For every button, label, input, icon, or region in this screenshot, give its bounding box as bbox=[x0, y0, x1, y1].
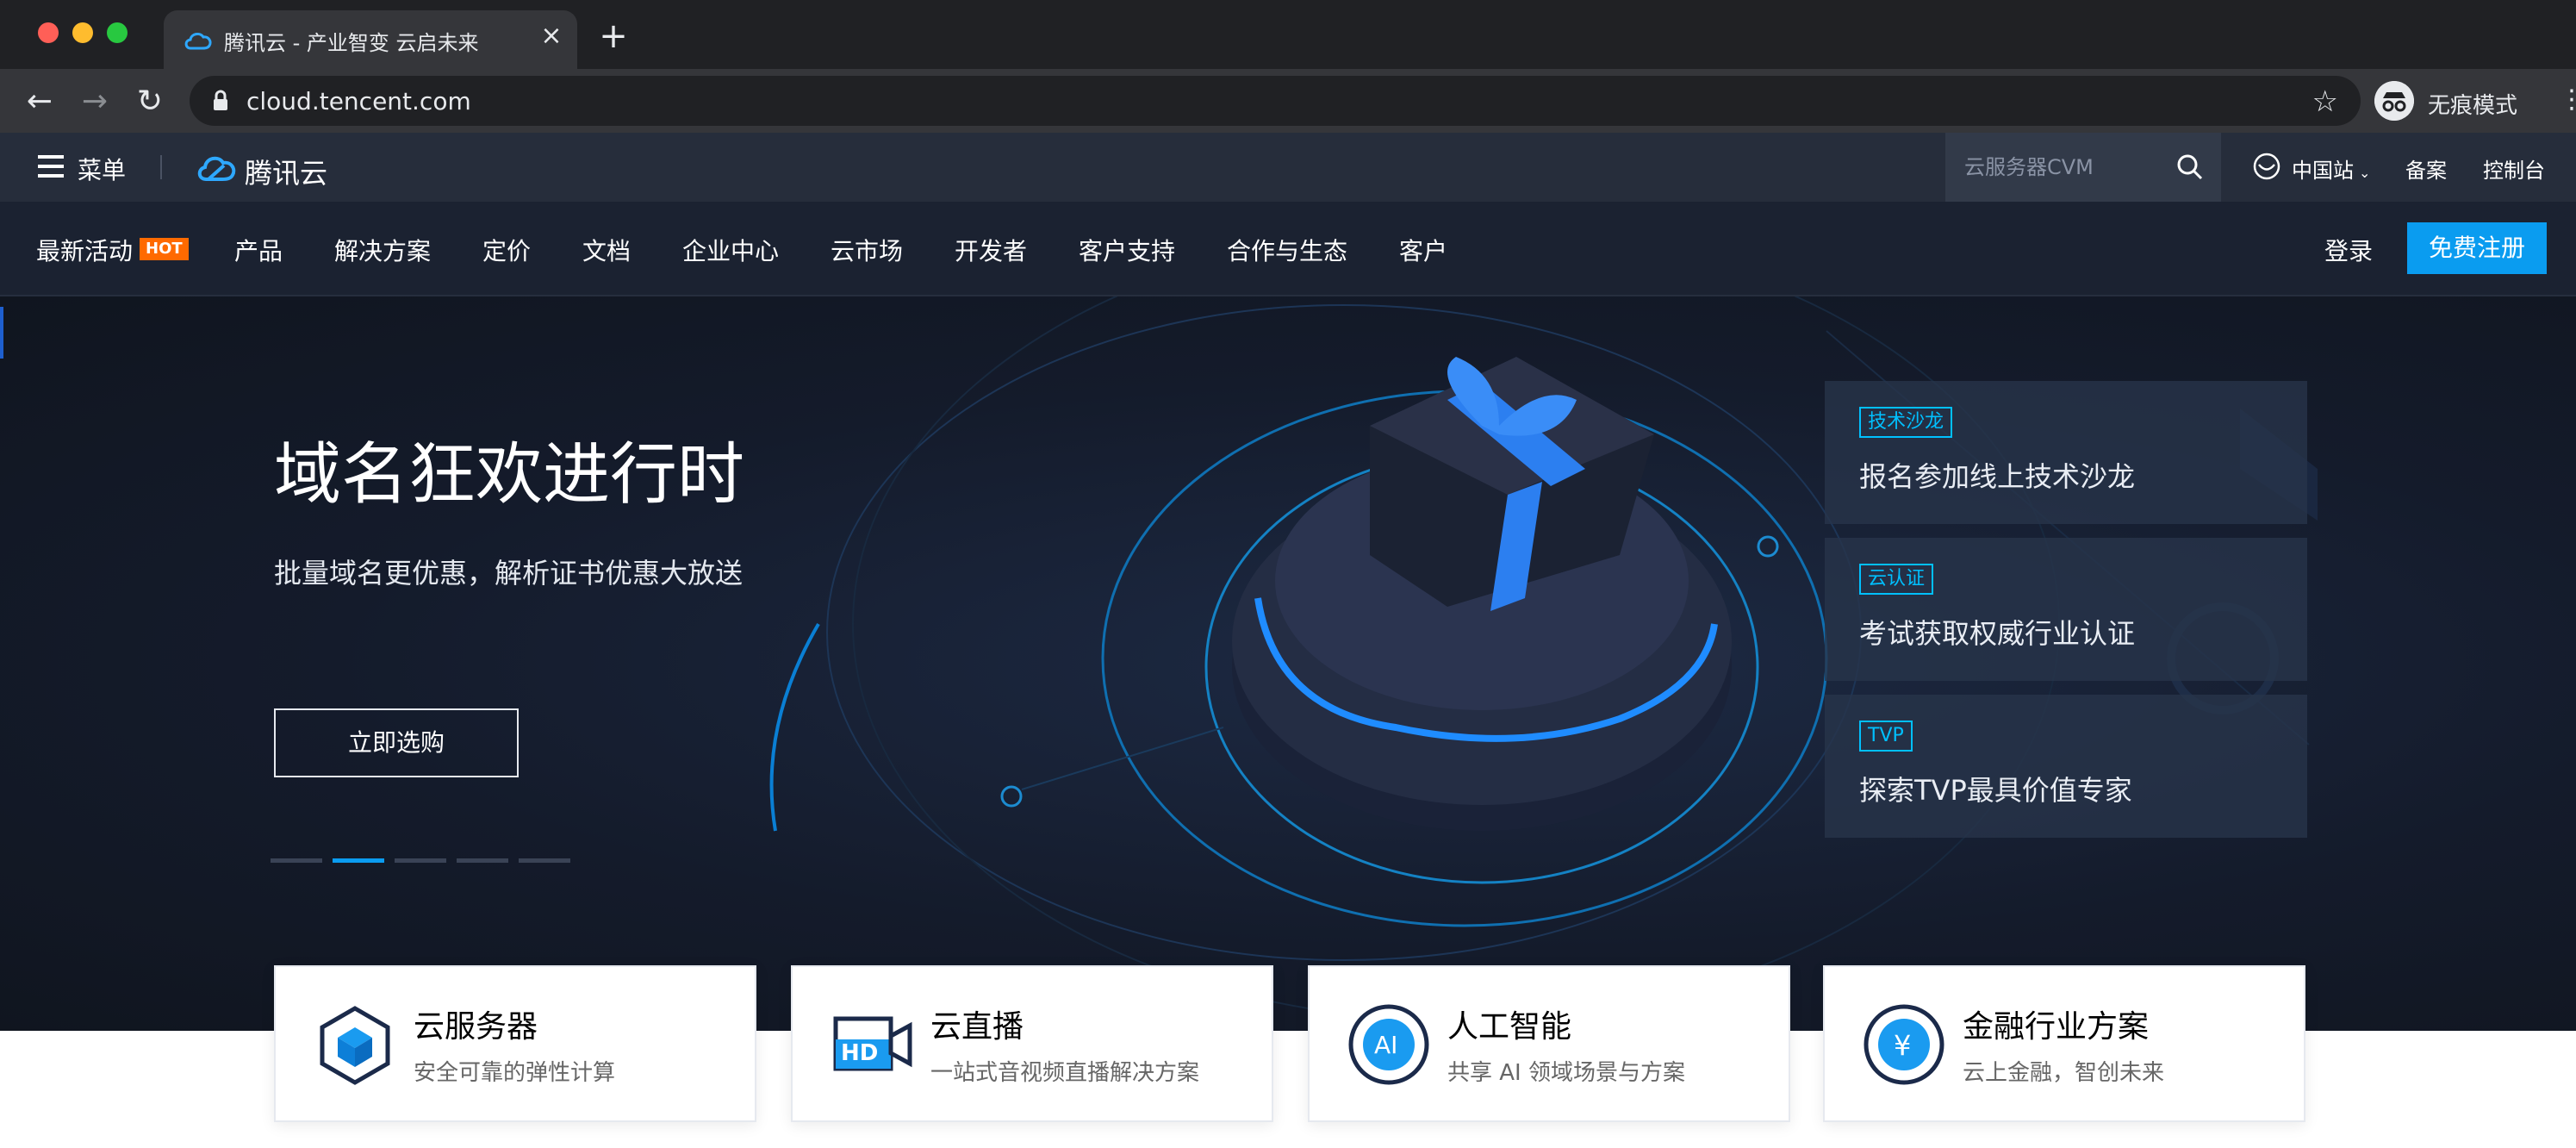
nav-item-partners[interactable]: 合作与生态 bbox=[1227, 233, 1347, 267]
search-input[interactable] bbox=[1964, 150, 2171, 184]
window-close-button[interactable] bbox=[38, 22, 59, 43]
bookmark-star-icon[interactable]: ☆ bbox=[2312, 84, 2338, 119]
hero-subtitle: 批量域名更优惠，解析证书优惠大放送 bbox=[274, 557, 744, 590]
hot-badge: HOT bbox=[140, 238, 189, 260]
side-card-certification[interactable]: 云认证 考试获取权威行业认证 bbox=[1825, 538, 2307, 681]
product-title: 云直播 bbox=[930, 1009, 1024, 1045]
region-selector[interactable]: 中国站 ⌄ bbox=[2292, 153, 2370, 184]
incognito-profile-button[interactable]: 无痕模式 bbox=[2371, 76, 2555, 126]
product-desc: 共享 AI 领域场景与方案 bbox=[1447, 1060, 1685, 1086]
nav-item-marketplace[interactable]: 云市场 bbox=[831, 233, 903, 267]
side-card-text: 考试获取权威行业认证 bbox=[1859, 617, 2136, 650]
header-divider bbox=[160, 155, 162, 179]
console-link[interactable]: 控制台 bbox=[2483, 153, 2545, 184]
side-card-tag: TVP bbox=[1859, 721, 1913, 752]
nav-item-latest-activity[interactable]: 最新活动 bbox=[36, 233, 133, 267]
side-card-tvp[interactable]: TVP 探索TVP最具价值专家 bbox=[1825, 695, 2307, 838]
svg-text:AI: AI bbox=[1374, 1031, 1397, 1059]
svg-text:¥: ¥ bbox=[1894, 1029, 1911, 1062]
side-card-tag: 技术沙龙 bbox=[1859, 407, 1953, 438]
product-card-finance[interactable]: ¥ 金融行业方案 云上金融，智创未来 bbox=[1823, 965, 2305, 1122]
region-label: 中国站 bbox=[2292, 159, 2354, 183]
carousel-dot[interactable] bbox=[395, 858, 446, 863]
side-card-text: 报名参加线上技术沙龙 bbox=[1859, 460, 2136, 493]
forward-arrow-icon[interactable]: → bbox=[76, 83, 114, 121]
nav-item-enterprise[interactable]: 企业中心 bbox=[682, 233, 779, 267]
product-title: 人工智能 bbox=[1447, 1009, 1572, 1045]
tab-title: 腾讯云 - 产业智变 云启未来 bbox=[224, 31, 479, 55]
lock-icon bbox=[214, 90, 227, 110]
product-title: 云服务器 bbox=[414, 1009, 538, 1045]
globe-icon bbox=[2253, 153, 2280, 180]
buy-now-button[interactable]: 立即选购 bbox=[274, 708, 519, 777]
tencent-cloud-favicon-icon bbox=[184, 32, 212, 50]
main-navigation: 最新活动 HOT 产品 解决方案 定价 文档 企业中心 云市场 开发者 客户支持… bbox=[0, 202, 2576, 296]
beian-link[interactable]: 备案 bbox=[2405, 153, 2447, 184]
nav-item-customers[interactable]: 客户 bbox=[1399, 233, 1447, 267]
hamburger-menu-icon[interactable] bbox=[38, 155, 64, 178]
product-title: 金融行业方案 bbox=[1963, 1009, 2150, 1045]
product-desc: 云上金融，智创未来 bbox=[1963, 1060, 2165, 1086]
nav-item-pricing[interactable]: 定价 bbox=[482, 233, 531, 267]
login-link[interactable]: 登录 bbox=[2324, 233, 2373, 267]
product-card-cvm[interactable]: 云服务器 安全可靠的弹性计算 bbox=[274, 965, 756, 1122]
nav-item-developers[interactable]: 开发者 bbox=[955, 233, 1027, 267]
product-desc: 一站式音视频直播解决方案 bbox=[930, 1060, 1200, 1086]
tencent-cloud-logo-icon bbox=[197, 156, 236, 181]
nav-item-solutions[interactable]: 解决方案 bbox=[334, 233, 431, 267]
menu-label[interactable]: 菜单 bbox=[78, 152, 126, 186]
window-minimize-button[interactable] bbox=[72, 22, 93, 43]
url-text: cloud.tencent.com bbox=[246, 87, 471, 115]
incognito-label: 无痕模式 bbox=[2428, 93, 2518, 119]
carousel-dot[interactable] bbox=[271, 858, 322, 863]
side-card-tech-salon[interactable]: 技术沙龙 报名参加线上技术沙龙 bbox=[1825, 381, 2307, 524]
incognito-icon bbox=[2374, 81, 2414, 121]
yen-icon: ¥ bbox=[1864, 1004, 1944, 1085]
nav-item-products[interactable]: 产品 bbox=[234, 233, 283, 267]
nav-item-docs[interactable]: 文档 bbox=[582, 233, 631, 267]
browser-tabstrip: 腾讯云 - 产业智变 云启未来 × + bbox=[0, 0, 2576, 69]
product-desc: 安全可靠的弹性计算 bbox=[414, 1060, 616, 1086]
carousel-dot-active[interactable] bbox=[333, 858, 384, 863]
browser-toolbar: ← → ↻ cloud.tencent.com ☆ 无痕模式 ⋮ bbox=[0, 69, 2576, 133]
product-card-ai[interactable]: AI 人工智能 共享 AI 领域场景与方案 bbox=[1308, 965, 1790, 1122]
cube-icon bbox=[320, 1006, 390, 1085]
hd-camera-icon: HD bbox=[833, 1016, 912, 1071]
carousel-dot[interactable] bbox=[519, 858, 570, 863]
logo-text: 腾讯云 bbox=[245, 157, 328, 190]
tab-close-icon[interactable]: × bbox=[536, 21, 567, 52]
side-card-text: 探索TVP最具价值专家 bbox=[1859, 774, 2132, 807]
chevron-down-icon: ⌄ bbox=[2359, 165, 2371, 181]
search-icon[interactable] bbox=[2176, 153, 2204, 181]
nav-item-support[interactable]: 客户支持 bbox=[1079, 233, 1175, 267]
browser-menu-icon[interactable]: ⋮ bbox=[2559, 84, 2576, 115]
back-arrow-icon[interactable]: ← bbox=[21, 83, 59, 121]
svg-text:HD: HD bbox=[841, 1040, 878, 1066]
side-card-tag: 云认证 bbox=[1859, 564, 1934, 595]
hero-title: 域名狂欢进行时 bbox=[274, 436, 745, 514]
site-search bbox=[1945, 133, 2221, 202]
hero-left-indicator bbox=[0, 307, 3, 359]
signup-button[interactable]: 免费注册 bbox=[2407, 222, 2547, 274]
hero-banner: 域名狂欢进行时 批量域名更优惠，解析证书优惠大放送 立即选购 技术沙龙 报名参加… bbox=[0, 296, 2576, 1031]
window-zoom-button[interactable] bbox=[107, 22, 128, 43]
product-card-live[interactable]: HD 云直播 一站式音视频直播解决方案 bbox=[791, 965, 1273, 1122]
new-tab-button[interactable]: + bbox=[596, 19, 631, 53]
browser-tab-active[interactable]: 腾讯云 - 产业智变 云启未来 × bbox=[164, 10, 577, 69]
reload-icon[interactable]: ↻ bbox=[131, 83, 169, 121]
carousel-dot[interactable] bbox=[457, 858, 508, 863]
site-header: 菜单 腾讯云 中国站 ⌄ 备案 控制台 bbox=[0, 133, 2576, 202]
ai-icon: AI bbox=[1348, 1004, 1429, 1085]
address-bar[interactable]: cloud.tencent.com ☆ bbox=[190, 76, 2361, 126]
